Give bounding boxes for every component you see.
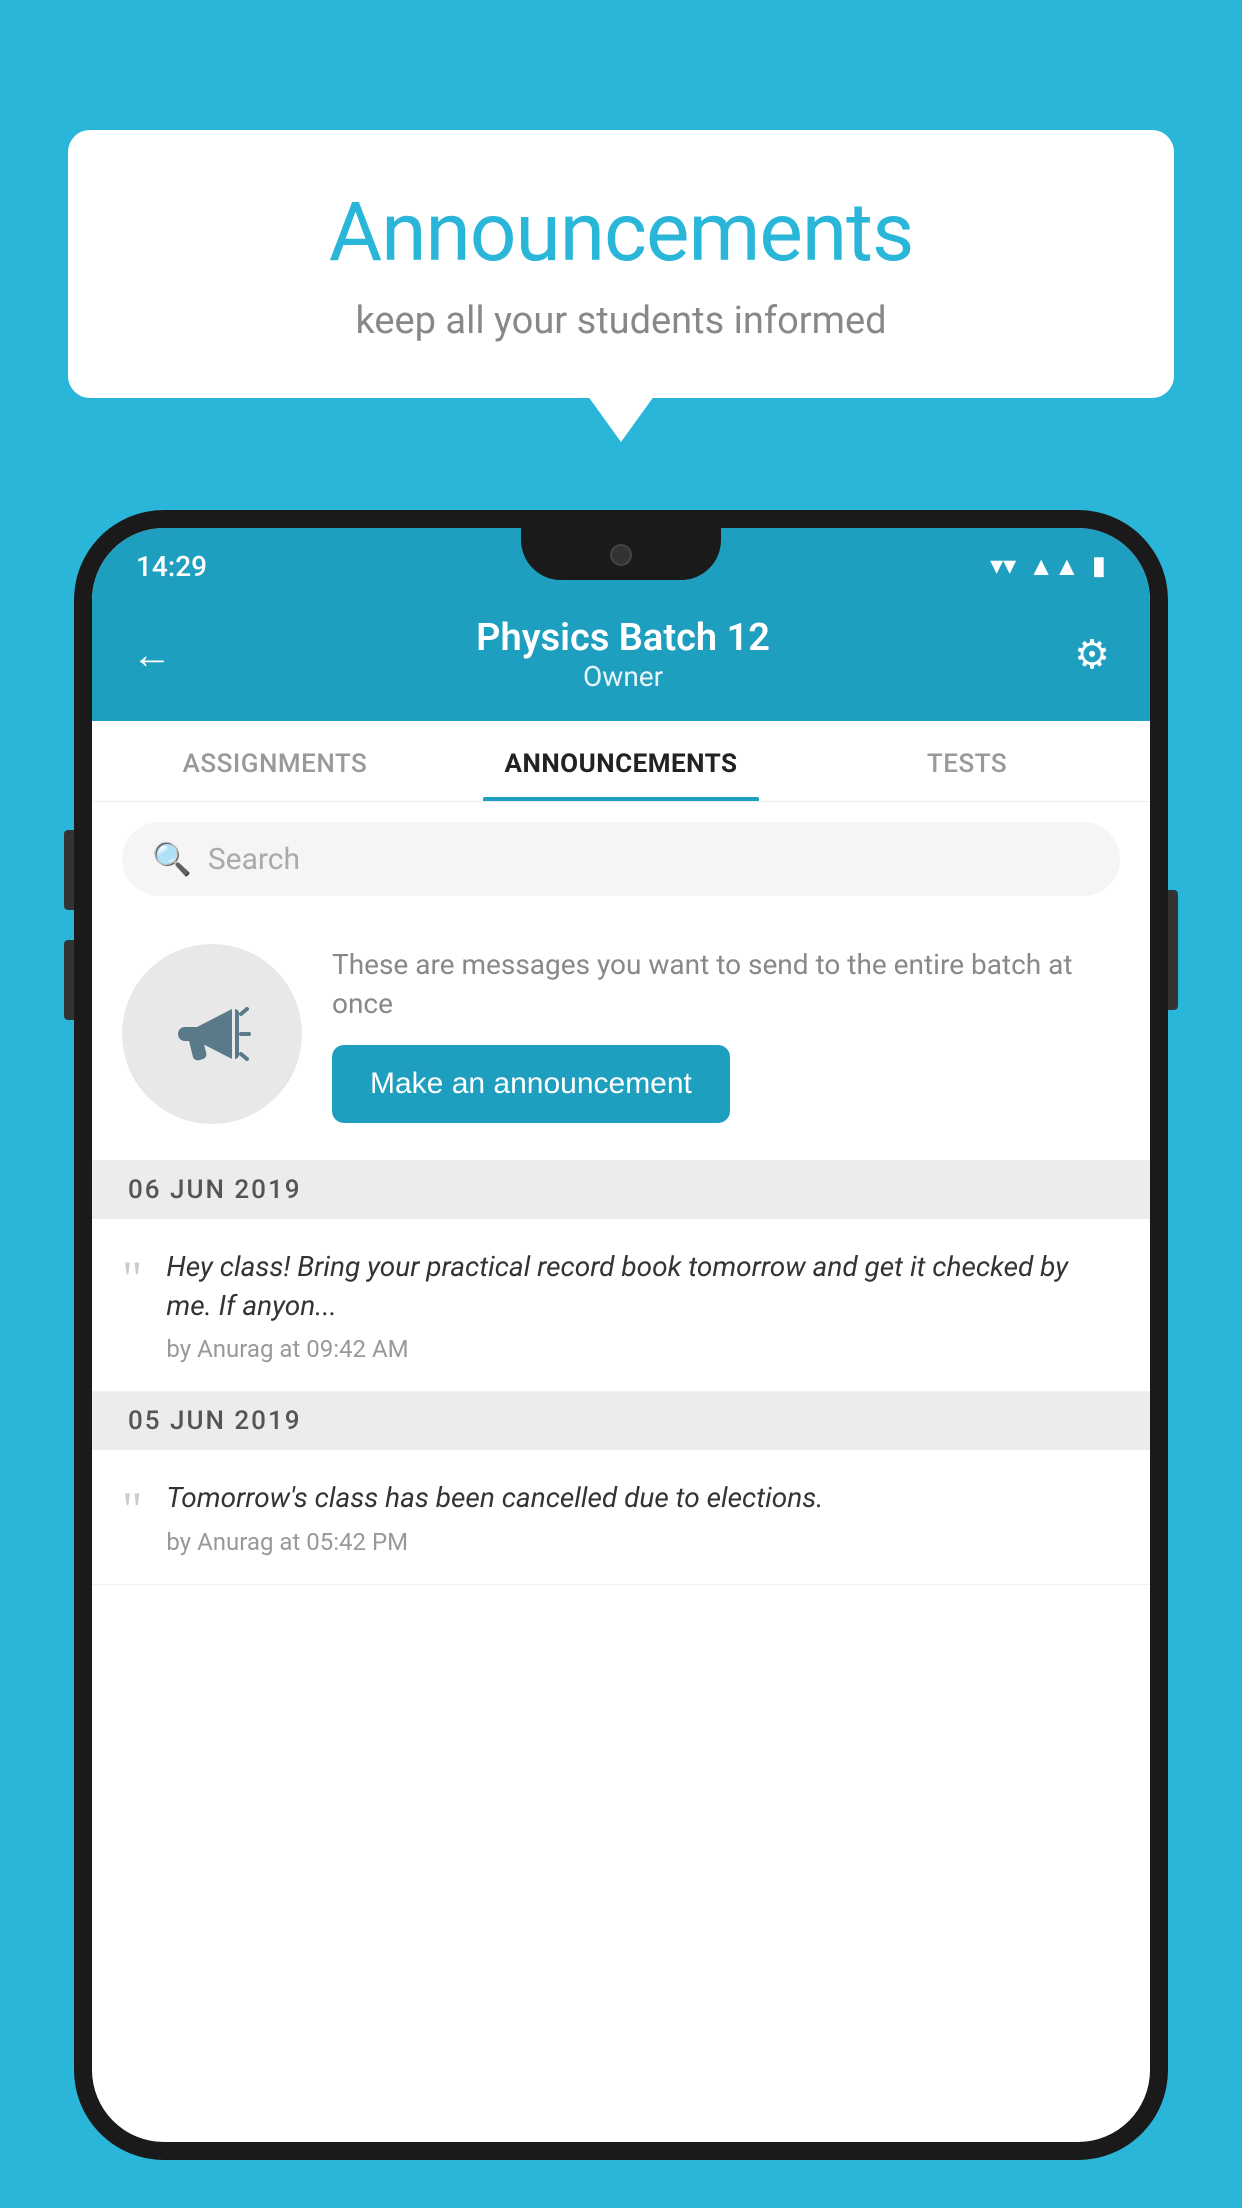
front-camera xyxy=(610,544,632,566)
batch-subtitle: Owner xyxy=(476,660,770,693)
quote-icon-1: " xyxy=(122,1253,142,1303)
search-container: 🔍 Search xyxy=(92,802,1150,916)
announcement-meta-2: by Anurag at 05:42 PM xyxy=(166,1528,1120,1556)
date-separator-2: 05 JUN 2019 xyxy=(92,1392,1150,1450)
header-title-block: Physics Batch 12 Owner xyxy=(476,616,770,693)
announcement-text-2: Tomorrow's class has been cancelled due … xyxy=(166,1478,1120,1517)
bubble-title: Announcements xyxy=(128,185,1114,281)
speech-bubble: Announcements keep all your students inf… xyxy=(68,130,1174,398)
wifi-icon: ▾▾ xyxy=(990,551,1016,581)
make-announcement-button[interactable]: Make an announcement xyxy=(332,1045,730,1123)
promo-area: These are messages you want to send to t… xyxy=(92,916,1150,1161)
tab-announcements[interactable]: ANNOUNCEMENTS xyxy=(448,721,794,801)
power-button xyxy=(1168,890,1178,1010)
megaphone-icon xyxy=(167,989,257,1079)
tab-assignments[interactable]: ASSIGNMENTS xyxy=(102,721,448,801)
volume-down-button xyxy=(64,940,74,1020)
batch-title: Physics Batch 12 xyxy=(476,616,770,660)
battery-icon: ▮ xyxy=(1092,551,1106,581)
speech-bubble-container: Announcements keep all your students inf… xyxy=(68,130,1174,398)
announcement-item-2[interactable]: " Tomorrow's class has been cancelled du… xyxy=(92,1450,1150,1584)
phone-outer: 14:29 ▾▾ ▲▲ ▮ ← Physics Batch 12 Owner ⚙ xyxy=(74,510,1168,2160)
date-separator-1: 06 JUN 2019 xyxy=(92,1161,1150,1219)
app-header: ← Physics Batch 12 Owner ⚙ xyxy=(92,596,1150,721)
bubble-subtitle: keep all your students informed xyxy=(128,299,1114,343)
phone-screen: 14:29 ▾▾ ▲▲ ▮ ← Physics Batch 12 Owner ⚙ xyxy=(92,528,1150,2142)
search-icon: 🔍 xyxy=(152,840,192,878)
announcement-meta-1: by Anurag at 09:42 AM xyxy=(166,1335,1120,1363)
settings-icon[interactable]: ⚙ xyxy=(1074,631,1110,678)
tab-tests[interactable]: TESTS xyxy=(794,721,1140,801)
promo-right: These are messages you want to send to t… xyxy=(332,945,1120,1123)
announcement-content-2: Tomorrow's class has been cancelled due … xyxy=(166,1478,1120,1555)
phone-notch xyxy=(521,528,721,580)
announcement-content-1: Hey class! Bring your practical record b… xyxy=(166,1247,1120,1363)
back-button[interactable]: ← xyxy=(132,631,172,678)
announcement-text-1: Hey class! Bring your practical record b… xyxy=(166,1247,1120,1325)
volume-up-button xyxy=(64,830,74,910)
announcement-item-1[interactable]: " Hey class! Bring your practical record… xyxy=(92,1219,1150,1392)
promo-description: These are messages you want to send to t… xyxy=(332,945,1120,1023)
status-time: 14:29 xyxy=(136,550,207,583)
tabs-bar: ASSIGNMENTS ANNOUNCEMENTS TESTS xyxy=(92,721,1150,802)
status-icons: ▾▾ ▲▲ ▮ xyxy=(990,551,1106,582)
quote-icon-2: " xyxy=(122,1484,142,1534)
search-placeholder: Search xyxy=(208,842,300,877)
phone-mockup: 14:29 ▾▾ ▲▲ ▮ ← Physics Batch 12 Owner ⚙ xyxy=(74,510,1168,2160)
search-bar[interactable]: 🔍 Search xyxy=(122,822,1120,896)
announcement-icon-circle xyxy=(122,944,302,1124)
signal-icon: ▲▲ xyxy=(1028,551,1079,582)
